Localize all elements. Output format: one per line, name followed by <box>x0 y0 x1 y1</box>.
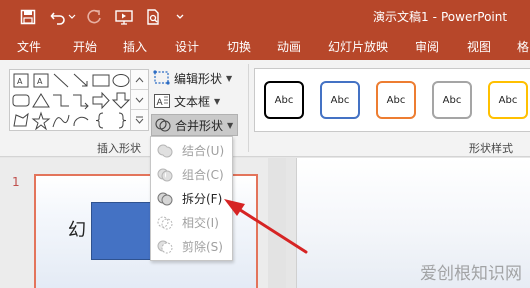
right-arrow-shape-icon[interactable] <box>91 91 111 110</box>
intersect-icon <box>157 216 173 229</box>
fragment-icon <box>157 192 173 205</box>
slide-thumbnail-rectangle <box>91 202 156 260</box>
tab-slideshow[interactable]: 幻灯片放映 <box>328 38 388 55</box>
shape-style-5[interactable]: Abc <box>488 81 528 119</box>
star-shape-icon[interactable] <box>31 111 51 130</box>
triangle-shape-icon[interactable] <box>31 91 51 110</box>
document-name: 演示文稿1 <box>373 10 429 24</box>
freeform-shape-icon[interactable] <box>11 111 31 130</box>
menu-item-fragment-label: 拆分(F) <box>182 192 223 206</box>
print-preview-icon[interactable] <box>145 0 161 33</box>
menu-item-subtract[interactable]: 剪除(S) <box>151 236 232 257</box>
down-arrow-shape-icon[interactable] <box>111 91 131 110</box>
customize-toolbar-icon[interactable] <box>175 0 185 33</box>
shape-styles-group-label: 形状样式 <box>469 142 513 155</box>
subtract-icon <box>157 240 173 253</box>
menu-item-union[interactable]: 结合(U) <box>151 140 232 161</box>
oval-shape-icon[interactable] <box>111 71 131 90</box>
vertical-textbox-shape-icon[interactable]: A <box>31 71 51 90</box>
svg-text:A: A <box>157 98 164 108</box>
menu-item-combine-label: 组合(C) <box>182 168 224 182</box>
merge-shapes-menu: 结合(U) 组合(C) 拆分(F) 相交(I) 剪除(S) <box>150 136 233 261</box>
tab-file[interactable]: 文件 <box>17 38 41 55</box>
gallery-expand-icon[interactable] <box>131 110 148 130</box>
undo-icon[interactable] <box>50 0 66 33</box>
text-box-icon: A <box>154 94 170 108</box>
group-divider <box>248 64 249 152</box>
menu-item-intersect[interactable]: 相交(I) <box>151 212 232 233</box>
line-shape-icon[interactable] <box>51 71 71 90</box>
tab-format[interactable]: 格 <box>517 38 529 55</box>
slide-thumbnail-text: 幻 <box>68 220 86 241</box>
tab-insert[interactable]: 插入 <box>123 38 147 55</box>
insert-shapes-group-label: 插入形状 <box>97 142 141 155</box>
elbow-arrow-connector-shape-icon[interactable] <box>71 91 91 110</box>
menu-item-subtract-label: 剪除(S) <box>182 240 223 254</box>
shape-style-2-label: Abc <box>330 94 350 106</box>
edit-shape-label: 编辑形状 <box>174 71 223 86</box>
edit-shape-button[interactable]: 编辑形状 ▼ <box>153 68 232 88</box>
textbox-shape-icon[interactable]: A <box>11 71 31 90</box>
app-name: PowerPoint <box>440 10 508 24</box>
shape-style-4-label: Abc <box>442 94 462 106</box>
ribbon-tabs: 文件 开始 插入 设计 切换 动画 幻灯片放映 审阅 视图 格 <box>0 33 530 60</box>
shapes-gallery-scroll <box>130 69 149 131</box>
undo-dropdown-icon[interactable] <box>68 0 76 33</box>
title-bar: 演示文稿1- PowerPoint <box>0 0 530 33</box>
shape-style-5-label: Abc <box>498 94 518 106</box>
gallery-scroll-down-icon[interactable] <box>131 90 148 110</box>
chevron-down-icon: ▼ <box>227 120 234 130</box>
menu-item-intersect-label: 相交(I) <box>182 216 219 230</box>
text-box-button[interactable]: A 文本框 ▼ <box>153 91 220 111</box>
shape-style-1[interactable]: Abc <box>264 81 304 119</box>
watermark: 爱创根知识网 <box>420 264 522 284</box>
title-separator: - <box>432 10 437 24</box>
shape-style-3[interactable]: Abc <box>376 81 416 119</box>
present-from-start-icon[interactable] <box>115 0 133 33</box>
merge-shapes-button[interactable]: 合并形状 ▼ <box>151 114 239 136</box>
pane-splitter[interactable] <box>268 158 286 288</box>
chevron-down-icon: ▼ <box>226 73 233 83</box>
svg-text:A: A <box>37 77 43 86</box>
rounded-rectangle-shape-icon[interactable] <box>11 91 31 110</box>
chevron-down-icon: ▼ <box>214 96 221 106</box>
menu-item-fragment[interactable]: 拆分(F) <box>151 188 232 209</box>
union-icon <box>157 143 173 158</box>
svg-text:A: A <box>17 77 23 86</box>
shape-style-3-label: Abc <box>386 94 406 106</box>
left-brace-shape-icon[interactable] <box>91 111 111 130</box>
tab-transitions[interactable]: 切换 <box>227 38 251 55</box>
elbow-connector-shape-icon[interactable] <box>51 91 71 110</box>
shapes-gallery[interactable]: A A <box>9 69 149 131</box>
merge-shapes-label: 合并形状 <box>175 118 224 133</box>
redo-icon[interactable] <box>86 0 102 33</box>
combine-icon <box>157 168 173 181</box>
ribbon: A A 编辑形状 ▼ A 文本框 ▼ 合并形状 ▼ 插入形状 Abc Abc A… <box>0 60 530 157</box>
shape-styles-gallery: Abc Abc Abc Abc Abc <box>254 68 530 132</box>
save-icon[interactable] <box>20 0 36 33</box>
right-brace-shape-icon[interactable] <box>111 111 131 130</box>
curve-shape-icon[interactable] <box>51 111 71 130</box>
shape-style-2[interactable]: Abc <box>320 81 360 119</box>
arrow-line-shape-icon[interactable] <box>71 71 91 90</box>
merge-shapes-icon <box>155 118 171 132</box>
tab-review[interactable]: 审阅 <box>415 38 439 55</box>
tab-home[interactable]: 开始 <box>73 38 97 55</box>
tab-animations[interactable]: 动画 <box>277 38 301 55</box>
text-box-label: 文本框 <box>174 94 211 109</box>
rectangle-shape-icon[interactable] <box>91 71 111 90</box>
menu-item-union-label: 结合(U) <box>182 144 225 158</box>
tab-design[interactable]: 设计 <box>175 38 199 55</box>
window-title: 演示文稿1- PowerPoint <box>373 8 507 25</box>
shape-style-1-label: Abc <box>274 94 294 106</box>
gallery-scroll-up-icon[interactable] <box>131 70 148 90</box>
edit-shape-icon <box>153 70 170 85</box>
tab-view[interactable]: 视图 <box>467 38 491 55</box>
menu-item-combine[interactable]: 组合(C) <box>151 164 232 185</box>
arc-shape-icon[interactable] <box>71 111 91 130</box>
shape-style-4[interactable]: Abc <box>432 81 472 119</box>
slide-number: 1 <box>12 175 20 189</box>
